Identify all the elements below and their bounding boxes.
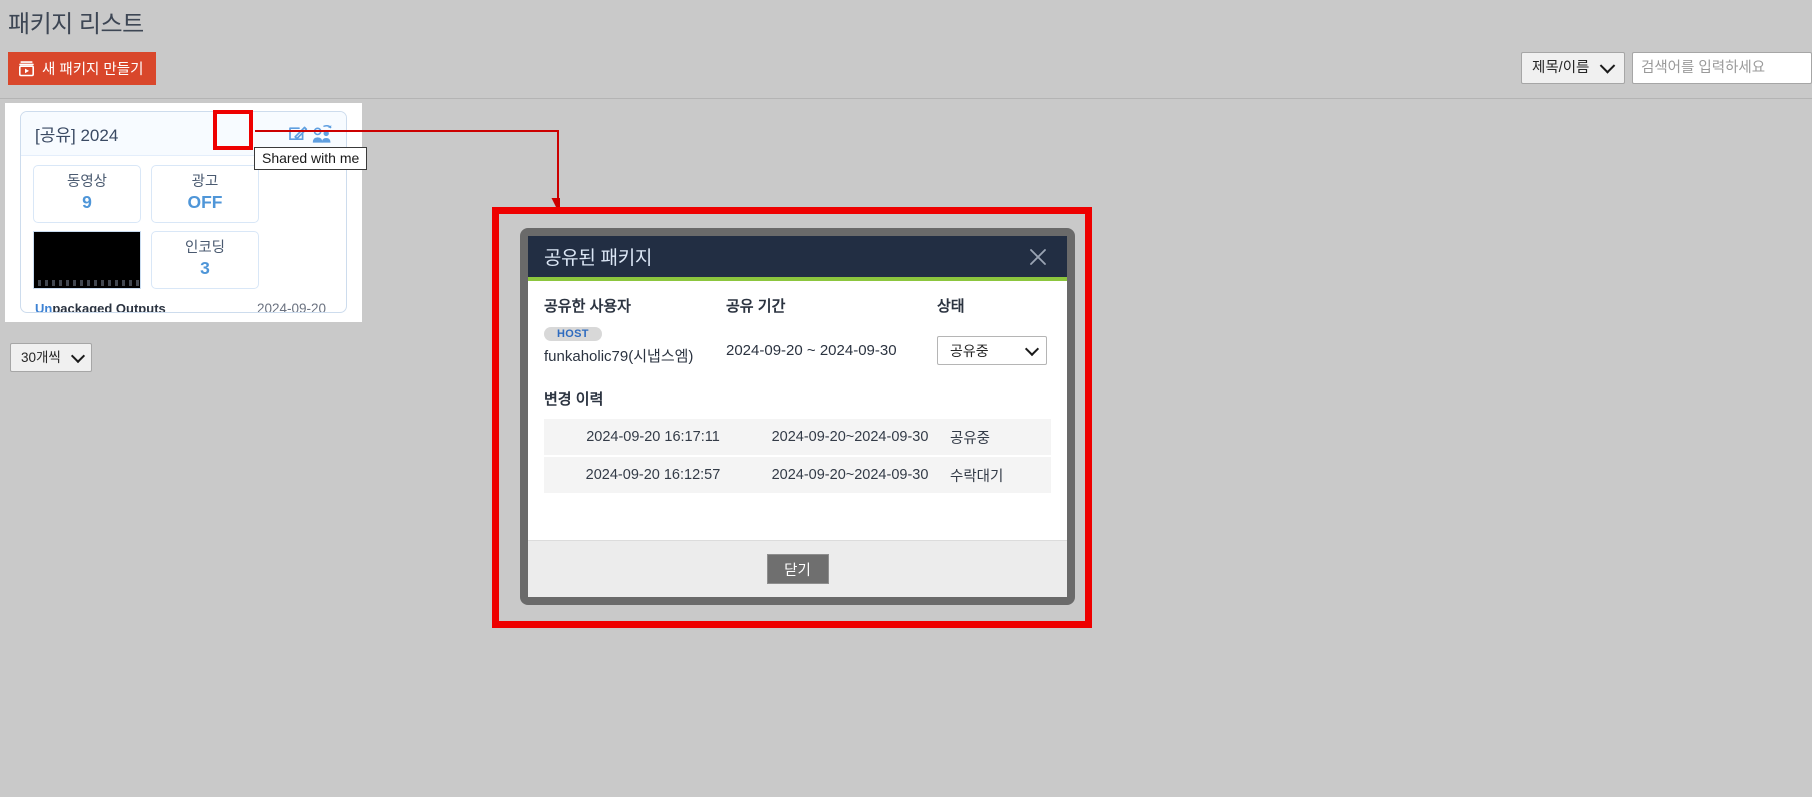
per-page-select[interactable]: 30개씩 — [10, 343, 92, 372]
stat-value-videos: 9 — [82, 192, 92, 213]
shared-with-me-tooltip: Shared with me — [254, 147, 368, 170]
package-list-panel: [공유] 2024 동영상 9 광고 OFF 인코딩 3 Unpackaged … — [5, 103, 362, 322]
stat-box-videos: 동영상 9 — [33, 165, 141, 223]
new-package-button-label: 새 패키지 만들기 — [42, 62, 144, 78]
package-card[interactable]: [공유] 2024 동영상 9 광고 OFF 인코딩 3 Unpackaged … — [20, 111, 347, 313]
share-period: 2024-09-20 ~ 2024-09-30 — [726, 342, 897, 359]
close-icon[interactable] — [1023, 242, 1053, 272]
history-period: 2024-09-20~2024-09-30 — [771, 467, 929, 483]
history-time: 2024-09-20 16:17:11 — [586, 429, 720, 445]
history-status: 수락대기 — [950, 468, 1004, 485]
modal-body: 공유한 사용자 공유 기간 상태 HOST funkaholic79(시냅스엠)… — [528, 281, 1067, 540]
search-controls: 제목/이름 — [1521, 52, 1812, 84]
search-field-select[interactable]: 제목/이름 — [1521, 52, 1625, 84]
unpackaged-label-prefix: Un — [35, 301, 53, 313]
video-thumbnail[interactable] — [33, 231, 141, 289]
shared-with-me-icon[interactable] — [310, 121, 336, 147]
header-divider — [0, 98, 1812, 99]
modal-header: 공유된 패키지 — [528, 236, 1067, 281]
shared-user-cell: HOST funkaholic79(시냅스엠) — [544, 324, 726, 366]
edit-pencil-icon[interactable] — [284, 121, 310, 147]
package-card-body: 동영상 9 광고 OFF 인코딩 3 Unpackaged Outputs 20… — [21, 156, 346, 313]
new-package-icon — [18, 60, 35, 77]
history-time: 2024-09-20 16:12:57 — [585, 467, 721, 483]
modal-inner: 공유된 패키지 공유한 사용자 공유 기간 상태 HOST funkaholic… — [528, 236, 1067, 597]
thumbnail-filmstrip — [34, 280, 140, 286]
stat-value-ads: OFF — [187, 192, 223, 213]
unpackaged-label-rest: packaged Outputs — [52, 301, 166, 313]
stat-row-bottom: 인코딩 3 — [33, 231, 336, 289]
stat-value-encoding: 3 — [200, 258, 210, 279]
modal-title: 공유된 패키지 — [544, 248, 653, 269]
search-input[interactable] — [1632, 52, 1812, 84]
stat-label-encoding: 인코딩 — [184, 240, 226, 257]
column-header-period: 공유 기간 — [726, 298, 786, 315]
unpackaged-outputs-label: Unpackaged Outputs — [35, 301, 166, 313]
history-title: 변경 이력 — [544, 391, 604, 408]
shared-user-name: funkaholic79(시냅스엠) — [544, 348, 694, 365]
status-select-wrap: 공유중 — [937, 336, 1047, 365]
status-cell: 공유중 — [937, 324, 1051, 366]
package-card-title: [공유] 2024 — [35, 126, 119, 145]
modal-footer: 닫기 — [528, 540, 1067, 597]
column-header-user: 공유한 사용자 — [544, 298, 631, 315]
stat-box-encoding: 인코딩 3 — [151, 231, 259, 289]
close-button[interactable]: 닫기 — [766, 554, 829, 584]
status-select[interactable]: 공유중 — [937, 336, 1047, 365]
stat-label-videos: 동영상 — [66, 174, 108, 191]
shared-package-modal: 공유된 패키지 공유한 사용자 공유 기간 상태 HOST funkaholic… — [520, 228, 1075, 605]
stat-box-ads: 광고 OFF — [151, 165, 259, 223]
table-row: 2024-09-20 16:17:11 2024-09-20~2024-09-3… — [544, 419, 1051, 457]
package-card-date: 2024-09-20 — [256, 301, 326, 313]
host-badge: HOST — [544, 327, 602, 341]
search-field-select-wrap: 제목/이름 — [1521, 52, 1625, 84]
stat-row-top: 동영상 9 광고 OFF — [33, 165, 336, 223]
page-title: 패키지 리스트 — [8, 11, 144, 38]
share-info-grid: 공유한 사용자 공유 기간 상태 HOST funkaholic79(시냅스엠)… — [544, 295, 1051, 366]
stat-label-ads: 광고 — [191, 174, 219, 191]
history-status: 공유중 — [950, 430, 991, 447]
column-header-status: 상태 — [937, 298, 965, 315]
new-package-button[interactable]: 새 패키지 만들기 — [8, 52, 157, 85]
per-page-sel-inner: 30개씩 — [10, 343, 92, 372]
per-page-select-wrap: 30개씩 — [10, 343, 92, 372]
table-row: 2024-09-20 16:12:57 2024-09-20~2024-09-3… — [544, 457, 1051, 495]
package-card-footer: Unpackaged Outputs 2024-09-20 — [33, 297, 336, 313]
history-period: 2024-09-20~2024-09-30 — [771, 429, 929, 445]
